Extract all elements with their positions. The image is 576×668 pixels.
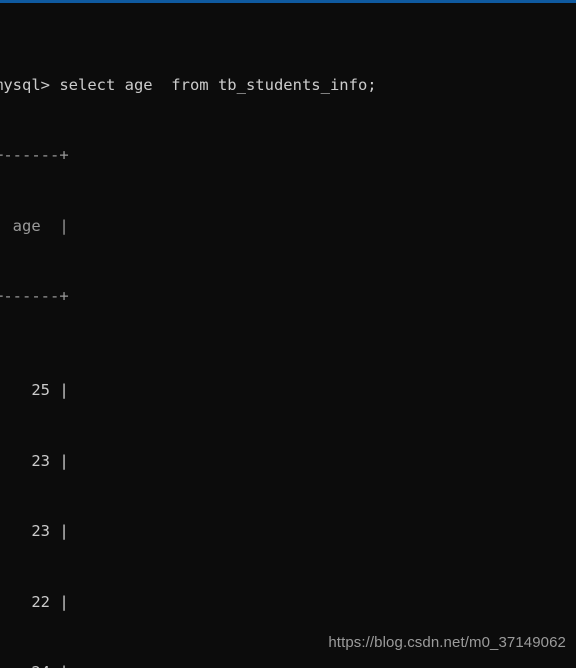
table-row: | 25 | — [0, 381, 69, 399]
table-1-top-border: +------+ — [0, 146, 69, 164]
table-row: | 22 | — [0, 592, 69, 611]
terminal-output[interactable]: mysql> select age from tb_students_info;… — [0, 3, 576, 668]
table-1-header-row: | age | — [0, 216, 69, 235]
table-1-header-separator: +------+ — [0, 287, 69, 305]
table-row: | 23 | — [0, 522, 69, 540]
watermark-url: https://blog.csdn.net/m0_37149062 — [328, 634, 566, 651]
terminal-window: mysql> select age from tb_students_info;… — [0, 0, 576, 668]
command-line-1: mysql> select age from tb_students_info; — [0, 75, 377, 94]
table-row: | 24 | — [0, 661, 576, 668]
table-row: | 23 | — [0, 451, 69, 470]
